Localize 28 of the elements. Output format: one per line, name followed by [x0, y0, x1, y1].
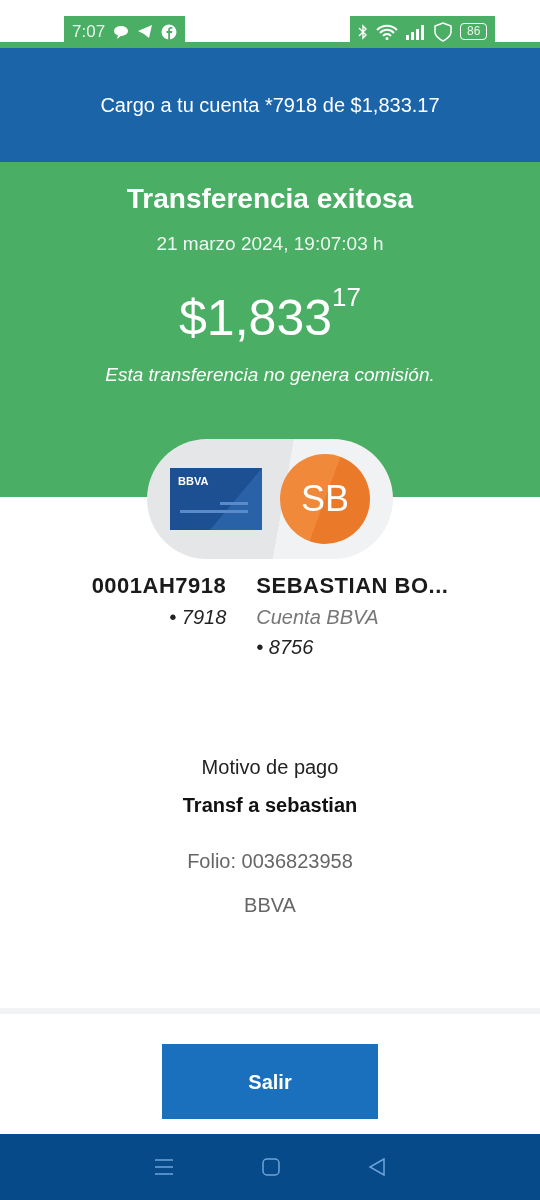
detail-text: Folio: 0036823958 — [186, 849, 354, 874]
shield-icon — [434, 21, 452, 42]
bluetooth-icon — [358, 23, 368, 40]
recipient-account-number: • 8756 — [256, 635, 315, 660]
payment-reason-label: Motivo de pago — [200, 755, 340, 780]
payment-reason: Transf a sebastian — [181, 793, 359, 818]
recipient-name: SEBASTIAN BO... — [256, 572, 449, 600]
success-title: Transferencia exitosa — [125, 182, 415, 216]
origin-account-number: • 7918 — [168, 605, 227, 630]
transfer-date: 21 marzo 2024, 19:07:03 h — [155, 232, 385, 256]
wifi-icon — [376, 23, 398, 40]
commission-note: Esta transferencia no genera comisión. — [104, 362, 436, 387]
exit-button[interactable]: Salir — [162, 1044, 378, 1119]
home-icon[interactable] — [262, 1158, 280, 1176]
chat-icon — [113, 24, 130, 39]
recipient-bank: Cuenta BBVA — [256, 605, 380, 630]
send-icon — [137, 24, 154, 39]
back-icon[interactable] — [368, 1158, 386, 1176]
charge-summary: Cargo a tu cuenta *7918 de $1,833.17 — [100, 93, 440, 118]
signal-icon — [406, 23, 426, 40]
facebook-icon — [161, 23, 178, 40]
bank-card-icon: BBVA — [170, 468, 262, 530]
origin-account-name: 0001AH7918 — [91, 572, 227, 600]
menu-icon[interactable] — [154, 1158, 174, 1176]
clock-time: 7:07 — [72, 20, 106, 43]
recipient-avatar: SB — [280, 454, 370, 544]
battery-icon: 86 — [460, 23, 488, 40]
detail-text: BBVA — [243, 893, 297, 918]
